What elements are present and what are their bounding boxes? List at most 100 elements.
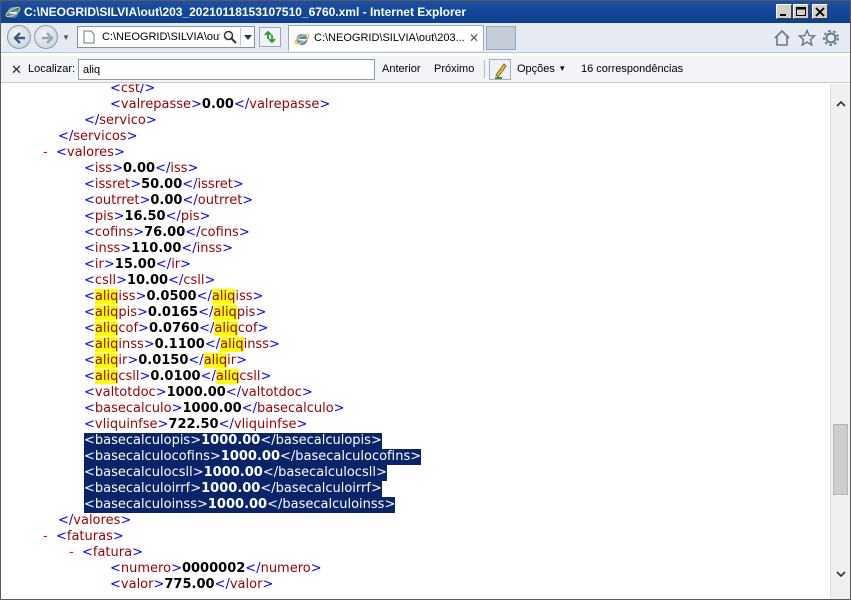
xml-tag: outrret <box>94 193 140 208</box>
xml-tag: inss <box>243 337 269 352</box>
close-button[interactable] <box>812 4 828 19</box>
xml-bracket: < <box>110 561 121 576</box>
xml-tag: inss <box>196 241 223 256</box>
options-dropdown-icon: ▾ <box>560 63 565 73</box>
xml-tag: fatura <box>92 545 133 560</box>
find-previous-button[interactable]: Anterior <box>382 63 421 75</box>
find-label: Localizar: <box>28 63 76 75</box>
search-icon[interactable] <box>223 30 237 44</box>
tab-close-icon[interactable]: ✕ <box>469 31 479 45</box>
xml-bracket: < <box>84 417 95 432</box>
scroll-up-icon[interactable] <box>835 98 847 110</box>
new-tab-button[interactable] <box>486 26 516 50</box>
xml-bracket: </ <box>185 225 201 240</box>
forward-button[interactable] <box>34 25 58 49</box>
xml-bracket: </ <box>196 289 212 304</box>
scroll-down-icon[interactable] <box>835 568 847 580</box>
xml-tag: inss <box>118 337 144 352</box>
xml-bracket: </ <box>188 353 204 368</box>
find-next-button[interactable]: Próximo <box>434 63 474 75</box>
find-options-button[interactable]: Opções ▾ <box>489 59 574 80</box>
xml-bracket: > <box>192 465 204 480</box>
xml-tag: cof <box>118 321 139 336</box>
xml-bracket: </ <box>199 321 215 336</box>
xml-tag: csll <box>118 369 140 384</box>
maximize-button[interactable] <box>793 4 809 19</box>
find-match-highlight: aliq <box>215 369 240 384</box>
find-input[interactable] <box>78 59 375 80</box>
history-dropdown-icon[interactable]: ▼ <box>62 33 70 42</box>
xml-tag: basecalculoirrf <box>275 481 371 496</box>
title-bar: C:\NEOGRID\SILVIA\out\203_20210118153107… <box>1 1 850 23</box>
xml-bracket: > <box>310 561 322 576</box>
xml-bracket: < <box>84 449 95 464</box>
vertical-scrollbar[interactable] <box>830 84 850 599</box>
xml-bracket: > <box>262 577 274 592</box>
xml-bracket: < <box>84 305 95 320</box>
selected-xml-line: <basecalculocsll>1000.00</basecalculocsl… <box>84 465 387 481</box>
xml-tag: outrret <box>197 193 243 208</box>
xml-value: 15.00 <box>114 257 156 272</box>
xml-bracket: </ <box>182 193 198 208</box>
xml-bracket: > <box>157 417 169 432</box>
xml-tag: ir <box>227 353 237 368</box>
xml-value: 1000.00 <box>203 465 263 480</box>
home-icon[interactable] <box>773 29 791 47</box>
xml-tag: valor <box>229 577 263 592</box>
xml-document-view[interactable]: <cst/> <valrepasse>0.00</valrepasse> </s… <box>1 84 830 599</box>
xml-bracket: < <box>84 353 95 368</box>
collapse-marker[interactable]: - <box>43 145 48 160</box>
xml-line: <cofins>76.00</cofins> <box>84 225 250 241</box>
refresh-icon <box>264 30 276 44</box>
xml-line: <ir>15.00</ir> <box>84 257 191 273</box>
xml-bracket: > <box>370 433 382 448</box>
xml-tag: issret <box>94 177 131 192</box>
back-button[interactable] <box>7 25 31 49</box>
selected-xml-line: <basecalculopis>1000.00</basecalculopis> <box>84 433 382 449</box>
address-bar[interactable]: C:\NEOGRID\SILVIA\out <box>77 26 255 48</box>
xml-line: <issret>50.00</issret> <box>84 177 244 193</box>
xml-bracket: > <box>143 337 155 352</box>
xml-bracket: > <box>112 529 124 544</box>
xml-bracket: > <box>209 449 221 464</box>
internet-explorer-tab-icon <box>294 33 310 45</box>
gear-icon[interactable] <box>822 29 840 47</box>
xml-bracket: > <box>113 145 125 160</box>
collapse-marker[interactable]: - <box>43 529 48 544</box>
address-dropdown-button[interactable] <box>240 28 254 46</box>
collapse-marker[interactable]: - <box>69 545 74 560</box>
xml-value: 0.0760 <box>148 321 200 336</box>
xml-bracket: < <box>84 209 95 224</box>
xml-tag: csll <box>239 369 261 384</box>
xml-line: <outrret>0.00</outrret> <box>84 193 253 209</box>
find-match-highlight: aliq <box>94 369 119 384</box>
scrollbar-thumb[interactable] <box>833 424 848 495</box>
xml-bracket: > <box>196 497 208 512</box>
address-url[interactable]: C:\NEOGRID\SILVIA\out <box>102 31 220 43</box>
minimize-icon <box>780 14 786 16</box>
xml-bracket: > <box>132 545 143 560</box>
xml-tag: ir <box>118 353 128 368</box>
refresh-button[interactable] <box>259 27 281 47</box>
xml-tag: vliquinfse <box>233 417 297 432</box>
xml-value: 0.0500 <box>146 289 197 304</box>
star-icon[interactable] <box>798 29 816 47</box>
highlight-pen-icon[interactable] <box>489 59 511 80</box>
xml-bracket: </ <box>267 497 283 512</box>
xml-bracket: > <box>370 481 382 496</box>
xml-bracket: > <box>410 449 422 464</box>
find-match-highlight: aliq <box>94 321 119 336</box>
xml-line: <numero>0000002</numero> <box>110 561 322 577</box>
close-find-bar-icon[interactable]: ✕ <box>11 62 22 78</box>
xml-tag: cst <box>120 84 140 96</box>
xml-value: 0.00 <box>201 97 234 112</box>
xml-bracket: > <box>191 97 202 112</box>
browser-tab[interactable]: C:\NEOGRID\SILVIA\out\203... ✕ <box>288 25 484 51</box>
xml-bracket: > <box>171 561 182 576</box>
find-match-highlight: aliq <box>94 289 119 304</box>
xml-bracket: > <box>120 241 132 256</box>
xml-bracket: > <box>199 209 211 224</box>
xml-tag: numero <box>120 561 172 576</box>
xml-bracket: > <box>139 369 151 384</box>
minimize-button[interactable] <box>776 4 792 19</box>
